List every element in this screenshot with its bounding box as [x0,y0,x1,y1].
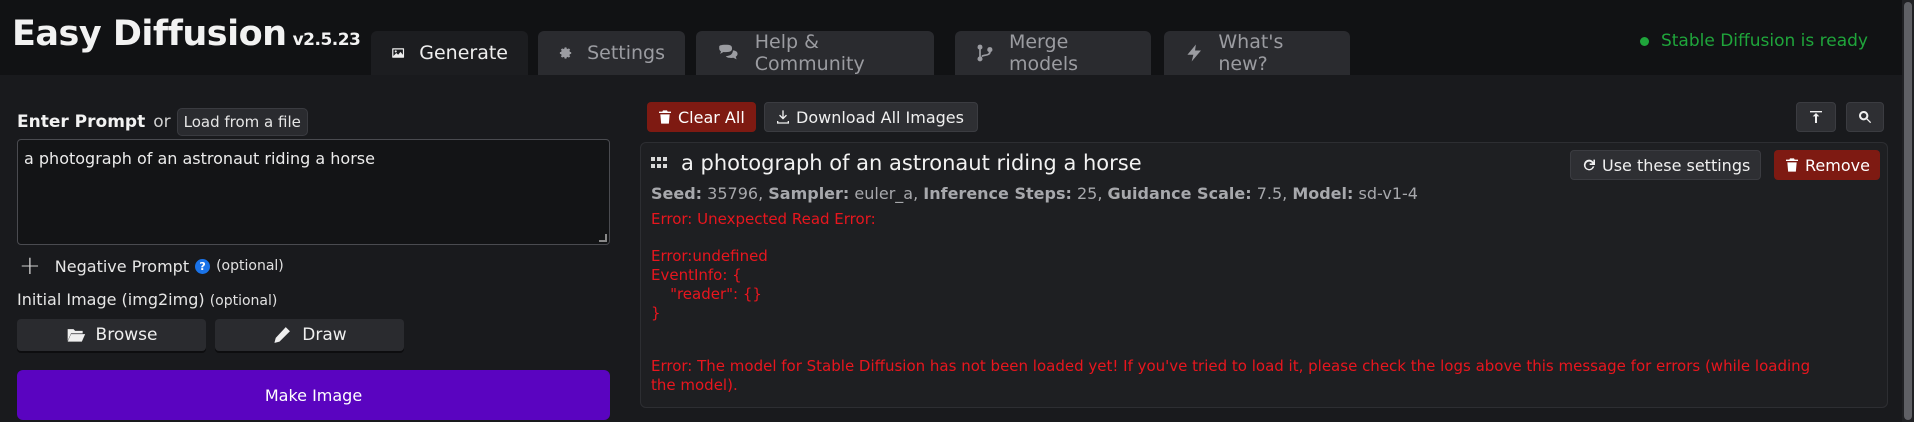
prompt-value: a photograph of an astronaut riding a ho… [24,149,375,168]
scrollbar-thumb[interactable] [1904,2,1912,420]
use-settings-button[interactable]: Use these settings [1570,150,1762,180]
folder-open-icon [67,329,85,342]
prompt-label: Enter Prompt [17,112,146,132]
tab-label: Help & Community [754,31,865,75]
trash-icon [1786,158,1798,172]
negative-prompt-label: Negative Prompt [54,256,190,276]
browse-button[interactable]: Browse [17,319,206,351]
tab-settings[interactable]: Settings [538,31,685,75]
download-all-button[interactable]: Download All Images [764,102,978,132]
or-text: or [153,112,171,132]
status-indicator: Stable Diffusion is ready [1639,31,1868,51]
grip-icon[interactable] [651,155,667,171]
app-title: Easy Diffusion [12,14,287,54]
app-version: v2.5.23 [292,30,361,50]
redo-icon [1583,159,1595,171]
app-logo: Easy Diffusion v2.5.23 [12,14,361,54]
sampler-value: euler_a, [854,184,919,203]
tab-help-community[interactable]: Help & Community [696,31,934,75]
magnifier-icon [1859,111,1872,124]
pencil-icon [274,327,291,343]
negative-prompt-toggle[interactable]: + Negative Prompt ? (optional) [17,253,284,279]
optional-label: (optional) [209,293,278,309]
tab-merge-models[interactable]: Merge models [955,31,1151,75]
download-all-label: Download All Images [796,107,964,127]
clear-all-button[interactable]: Clear All [647,102,756,132]
error-message-2: Error:undefined EventInfo: { "reader": {… [651,247,768,322]
steps-value: 25, [1076,184,1103,203]
status-text: Stable Diffusion is ready [1660,31,1868,51]
clear-all-label: Clear All [678,107,745,127]
load-from-file-button[interactable]: Load from a file [176,108,308,136]
prompt-input[interactable]: a photograph of an astronaut riding a ho… [17,139,610,245]
make-image-button[interactable]: Make Image [17,370,610,420]
top-header: Easy Diffusion v2.5.23 Generate Settings … [0,0,1902,75]
initial-image-label: Initial Image (img2img) (optional) [17,290,277,309]
task-title-row: a photograph of an astronaut riding a ho… [651,151,1142,175]
plus-icon[interactable]: + [19,253,41,279]
error-message-1: Error: Unexpected Read Error: [651,210,876,228]
task-title: a photograph of an astronaut riding a ho… [681,151,1142,175]
guidance-label: Guidance Scale: [1107,184,1252,203]
status-dot-icon [1639,36,1649,46]
model-label: Model: [1292,184,1354,203]
tab-label: What's new? [1218,31,1284,75]
draw-label: Draw [302,325,347,345]
tab-label: Settings [587,42,665,64]
remove-label: Remove [1805,155,1870,175]
gear-icon [559,47,572,59]
seed-value: 35796, [707,184,764,203]
remove-button[interactable]: Remove [1774,150,1880,180]
trash-icon [659,110,671,124]
image-icon [392,48,405,58]
tab-label: Generate [419,42,508,64]
task-metadata: Seed: 35796, Sampler: euler_a, Inference… [651,184,1418,203]
arrows-to-top-icon [1810,111,1822,123]
task-card: a photograph of an astronaut riding a ho… [640,142,1888,408]
download-icon [777,110,789,124]
zoom-button[interactable] [1846,102,1884,132]
guidance-value: 7.5, [1256,184,1288,203]
resize-handle-icon[interactable] [599,234,607,242]
use-settings-label: Use these settings [1602,155,1751,175]
page-scrollbar[interactable] [1902,0,1914,422]
prompt-label-row: Enter Prompt or Load from a file [17,108,308,136]
bolt-icon [1187,44,1201,62]
model-value: sd-v1-4 [1358,184,1418,203]
collapse-all-button[interactable] [1796,102,1836,132]
browse-label: Browse [95,325,158,345]
code-branch-icon [977,44,993,62]
optional-label: (optional) [216,258,284,274]
sampler-label: Sampler: [768,184,850,203]
tab-label: Merge models [1008,31,1079,75]
tab-whats-new[interactable]: What's new? [1164,31,1350,75]
seed-label: Seed: [651,184,703,203]
help-icon[interactable]: ? [195,258,211,274]
initial-image-text: Initial Image (img2img) [17,290,205,309]
comments-icon [719,44,738,60]
draw-button[interactable]: Draw [215,319,404,351]
steps-label: Inference Steps: [923,184,1072,203]
error-message-3: Error: The model for Stable Diffusion ha… [651,357,1811,394]
tab-generate[interactable]: Generate [371,31,528,75]
